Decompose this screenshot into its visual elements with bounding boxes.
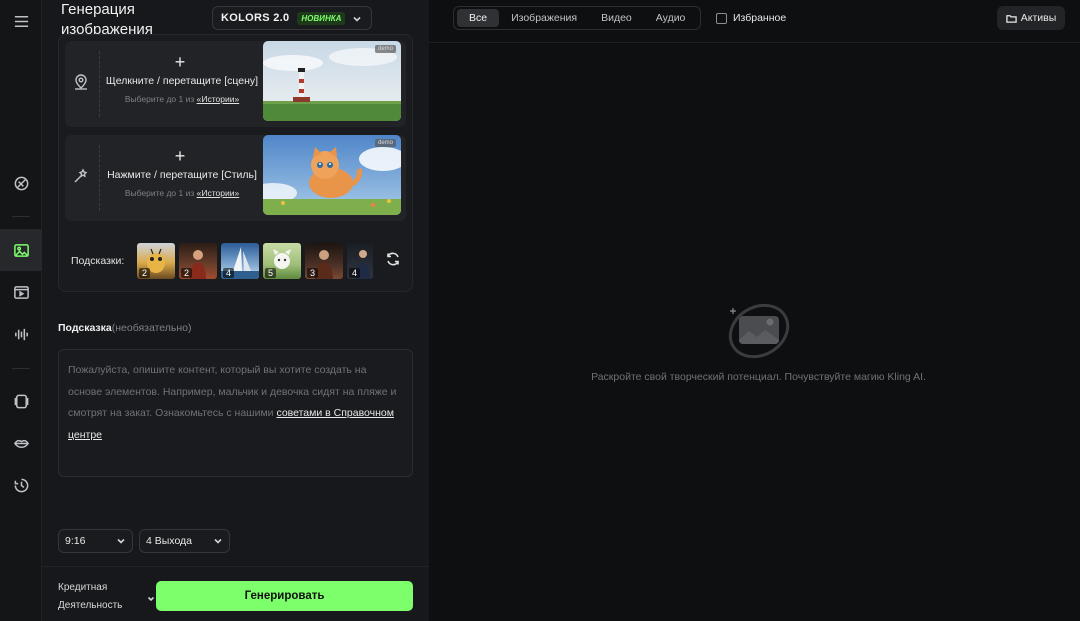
chevron-down-icon (214, 538, 222, 544)
hint-count: 2 (139, 268, 151, 278)
hint-count: 4 (349, 268, 361, 278)
history-link[interactable]: «Истории» (197, 188, 240, 198)
refresh-icon[interactable] (385, 251, 405, 271)
favorites-toggle[interactable]: Избранное (716, 12, 786, 24)
model-name: KOLORS 2.0 (221, 12, 290, 24)
empty-state-icon (727, 300, 791, 362)
scene-upload-card[interactable]: + Щелкните / перетащите [сцену] Выберите… (65, 41, 406, 127)
credits-menu[interactable]: Кредитная Деятельность (58, 579, 122, 615)
result-filter-tabs: Все Изображения Видео Аудио (453, 6, 702, 30)
image-generation-icon[interactable] (0, 229, 42, 271)
hint-count: 2 (181, 268, 193, 278)
tab-all[interactable]: Все (457, 9, 500, 27)
tab-video[interactable]: Видео (589, 9, 644, 27)
history-icon[interactable] (0, 464, 42, 506)
chevron-down-icon[interactable] (147, 590, 155, 602)
hint-thumbnail[interactable]: 2 (137, 243, 175, 279)
demo-tag: demo (374, 45, 396, 53)
demo-tag: demo (374, 139, 396, 147)
generation-panel: Генерация изображения KOLORS 2.0 НОВИНКА… (42, 0, 429, 621)
scene-upload-hint: Выберите до 1 из «Истории» (124, 94, 240, 104)
reference-upload-box: + Щелкните / перетащите [сцену] Выберите… (58, 34, 413, 292)
assets-button[interactable]: Активы (997, 6, 1065, 30)
hints-label: Подсказки: (71, 255, 125, 267)
hint-thumbnail[interactable]: 5 (263, 243, 301, 279)
history-link[interactable]: «Истории» (197, 94, 240, 104)
icon-rail (0, 0, 42, 621)
scene-upload-text: Щелкните / перетащите [сцену] (105, 75, 259, 87)
tab-images[interactable]: Изображения (499, 9, 589, 27)
style-demo-image: demo (263, 135, 401, 215)
add-icon: + (174, 52, 186, 72)
menu-icon[interactable] (0, 0, 42, 42)
tab-audio[interactable]: Аудио (644, 9, 698, 27)
lip-sync-icon[interactable] (0, 422, 42, 464)
generate-button[interactable]: Генерировать (156, 581, 413, 611)
aspect-ratio-select[interactable]: 9:16 (58, 529, 133, 553)
style-upload-card[interactable]: + Нажмите / перетащите [Стиль] Выберите … (65, 135, 406, 221)
style-upload-text: Нажмите / перетащите [Стиль] (107, 169, 257, 181)
results-area: Все Изображения Видео Аудио Избранное Ак… (429, 0, 1080, 621)
hint-thumbnail[interactable]: 4 (221, 243, 259, 279)
hint-count: 3 (307, 268, 319, 278)
hint-count: 4 (223, 268, 235, 278)
audio-generation-icon[interactable] (0, 313, 42, 355)
scene-demo-image: demo (263, 41, 401, 121)
chevron-down-icon (117, 538, 125, 544)
hint-thumbnail[interactable]: 3 (305, 243, 343, 279)
folder-icon (1006, 14, 1017, 23)
chevron-down-icon (351, 12, 363, 24)
new-badge: НОВИНКА (297, 11, 346, 25)
map-pin-icon (72, 73, 90, 91)
model-select[interactable]: KOLORS 2.0 НОВИНКА (212, 6, 372, 30)
explore-icon[interactable] (0, 162, 42, 204)
video-generation-icon[interactable] (0, 271, 42, 313)
add-icon: + (174, 146, 186, 166)
favorites-checkbox[interactable] (716, 12, 727, 24)
hint-thumbnail[interactable]: 2 (179, 243, 217, 279)
prompt-label: Подсказка(необязательно) (58, 322, 192, 334)
magic-wand-icon (72, 167, 90, 185)
hint-count: 5 (265, 268, 277, 278)
prompt-textarea[interactable]: Пожалуйста, опишите контент, который вы … (58, 349, 413, 477)
empty-state-text: Раскройте свой творческий потенциал. Поч… (591, 371, 926, 383)
output-count-select[interactable]: 4 Выхода (139, 529, 230, 553)
canvas-icon[interactable] (0, 380, 42, 422)
style-upload-hint: Выберите до 1 из «Истории» (124, 188, 240, 198)
hint-thumbnail[interactable]: 4 (347, 243, 373, 279)
hints-row: Подсказки: 2 2 4 5 3 4 (71, 243, 405, 279)
